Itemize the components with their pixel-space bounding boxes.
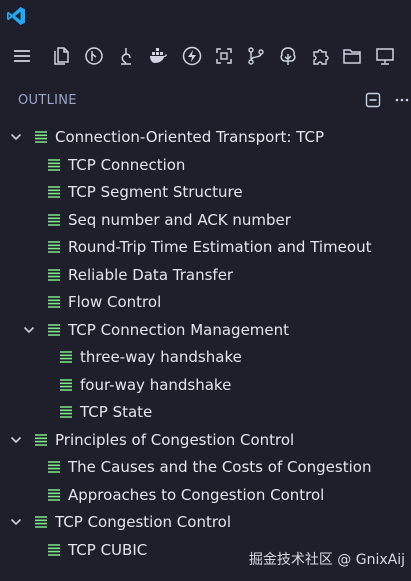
source-control-icon[interactable]: [244, 44, 268, 68]
tree-icon[interactable]: [276, 44, 300, 68]
watermark: 掘金技术社区 @ GnixAij: [248, 552, 405, 568]
outline-item[interactable]: TCP Connection: [0, 152, 411, 178]
scan-icon[interactable]: [212, 44, 236, 68]
outline-item-label: Approaches to Congestion Control: [68, 485, 325, 504]
outline-item-label: Principles of Congestion Control: [55, 430, 295, 449]
outline-item-label: Round-Trip Time Estimation and Timeout: [68, 238, 372, 256]
collapse-all-icon[interactable]: [364, 91, 382, 109]
outline-item[interactable]: Reliable Data Transfer: [0, 262, 411, 288]
section-icon: [47, 295, 61, 309]
section-icon: [47, 323, 61, 337]
section-icon: [59, 350, 73, 364]
section-icon: [34, 130, 48, 144]
section-icon: [47, 213, 61, 227]
monitor-icon[interactable]: [373, 44, 397, 68]
chevron-down-icon[interactable]: [9, 130, 23, 144]
outline-item-label: The Causes and the Costs of Congestion: [68, 458, 372, 476]
outline-item-label: Flow Control: [68, 293, 162, 311]
docker-icon[interactable]: [146, 44, 170, 68]
outline-item-label: TCP State: [80, 403, 153, 421]
section-icon: [34, 433, 48, 447]
outline-item-label: Reliable Data Transfer: [68, 265, 234, 284]
outline-item[interactable]: Connection-Oriented Transport: TCP: [0, 124, 411, 150]
outline-item[interactable]: TCP State: [0, 399, 411, 425]
section-icon: [47, 240, 61, 254]
vscode-logo-icon: [6, 6, 26, 26]
outline-item[interactable]: TCP Connection Management: [0, 317, 411, 343]
menu-icon[interactable]: [10, 44, 34, 68]
files-icon[interactable]: [50, 44, 74, 68]
outline-item-label: four-way handshake: [80, 375, 232, 394]
outline-item[interactable]: Round-Trip Time Estimation and Timeout: [0, 234, 411, 260]
chevron-down-icon[interactable]: [9, 433, 23, 447]
outline-item-label: Seq number and ACK number: [68, 210, 291, 229]
section-icon: [47, 460, 61, 474]
chevron-down-icon[interactable]: [22, 323, 36, 337]
lightning-icon[interactable]: [180, 44, 204, 68]
section-icon: [59, 405, 73, 419]
outline-item[interactable]: Seq number and ACK number: [0, 207, 411, 233]
outline-item-label: TCP CUBIC: [68, 540, 148, 559]
outline-item[interactable]: The Causes and the Costs of Congestion: [0, 454, 411, 480]
outline-item[interactable]: TCP Congestion Control: [0, 509, 411, 535]
outline-item[interactable]: Approaches to Congestion Control: [0, 482, 411, 508]
outline-header-title: OUTLINE: [18, 93, 77, 108]
outline-item[interactable]: Principles of Congestion Control: [0, 427, 411, 453]
section-icon: [47, 185, 61, 199]
section-icon: [47, 158, 61, 172]
source-branch-icon[interactable]: [114, 44, 138, 68]
folder-icon[interactable]: [340, 44, 364, 68]
activity-toolbar: [0, 44, 411, 72]
outline-item-label: TCP Connection: [68, 155, 186, 174]
section-icon: [47, 268, 61, 282]
section-icon: [47, 543, 61, 557]
extensions-icon[interactable]: [308, 44, 332, 68]
chevron-down-icon[interactable]: [9, 515, 23, 529]
outline-item[interactable]: four-way handshake: [0, 372, 411, 398]
more-actions-icon[interactable]: [393, 91, 411, 109]
outline-item-label: Connection-Oriented Transport: TCP: [55, 128, 324, 146]
outline-item-label: TCP Segment Structure: [68, 183, 243, 201]
outline-item[interactable]: TCP Segment Structure: [0, 179, 411, 205]
outline-item-label: three-way handshake: [80, 348, 242, 366]
outline-item-label: TCP Connection Management: [68, 320, 290, 339]
git-graph-icon[interactable]: [82, 44, 106, 68]
section-icon: [34, 515, 48, 529]
outline-item[interactable]: three-way handshake: [0, 344, 411, 370]
outline-item[interactable]: Flow Control: [0, 289, 411, 315]
outline-item-label: TCP Congestion Control: [55, 513, 232, 531]
section-icon: [47, 488, 61, 502]
section-icon: [59, 378, 73, 392]
